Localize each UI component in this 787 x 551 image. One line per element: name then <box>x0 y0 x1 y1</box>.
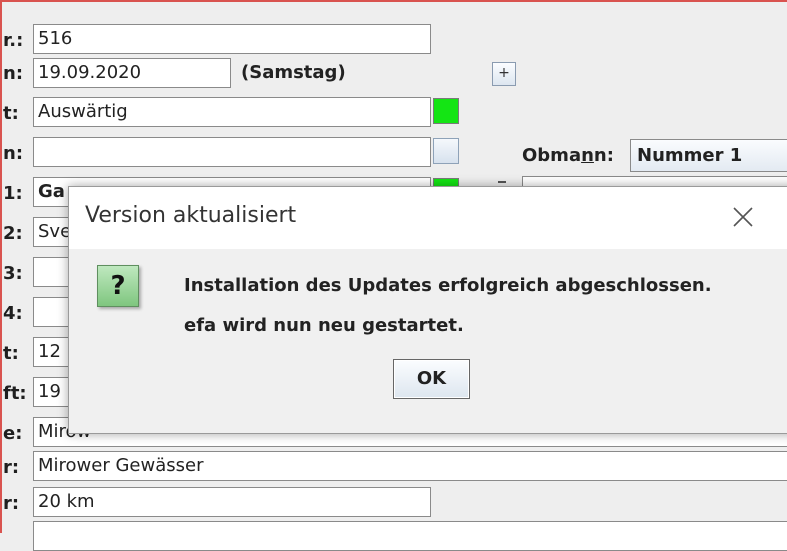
field-label: t: <box>3 103 19 124</box>
field-label: 2: <box>3 223 23 244</box>
field-label: e: <box>3 423 23 444</box>
update-dialog: Version aktualisiert ? Installation des … <box>68 186 787 434</box>
field-label: n: <box>3 63 24 84</box>
obmann-label: Obmann: <box>522 145 614 166</box>
field-label: 1: <box>3 183 23 204</box>
field-label: 3: <box>3 263 23 284</box>
dialog-titlebar: Version aktualisiert <box>69 187 787 249</box>
field-label: n: <box>3 143 24 164</box>
dash-icon <box>498 181 506 183</box>
distance-field[interactable]: 20 km <box>33 487 431 517</box>
dialog-title: Version aktualisiert <box>85 203 297 228</box>
number-field[interactable]: 516 <box>33 24 431 54</box>
obmann-select[interactable]: Nummer 1 <box>630 139 787 172</box>
field-label: t: <box>3 343 19 364</box>
day-name: (Samstag) <box>241 62 346 83</box>
comment-field[interactable] <box>33 521 787 551</box>
close-icon[interactable] <box>727 201 759 233</box>
empty-field[interactable] <box>33 137 431 167</box>
field-label: r: <box>3 457 20 478</box>
dialog-message-line1: Installation des Updates erfolgreich abg… <box>184 275 712 296</box>
question-icon: ? <box>97 265 139 307</box>
field-label: r: <box>3 493 20 514</box>
water-field[interactable]: Mirower Gewässer <box>33 451 787 481</box>
date-field[interactable]: 19.09.2020 <box>33 58 231 88</box>
destination-field[interactable]: Auswärtig <box>33 97 431 127</box>
field-label: ft: <box>3 383 27 404</box>
ok-button[interactable]: OK <box>393 359 470 399</box>
add-button[interactable]: + <box>492 62 516 86</box>
status-indicator-green <box>433 98 459 124</box>
dialog-message-line2: efa wird nun neu gestartet. <box>184 315 464 336</box>
field-label: 4: <box>3 303 23 324</box>
status-indicator-empty <box>433 138 459 164</box>
field-label: r.: <box>3 30 24 51</box>
